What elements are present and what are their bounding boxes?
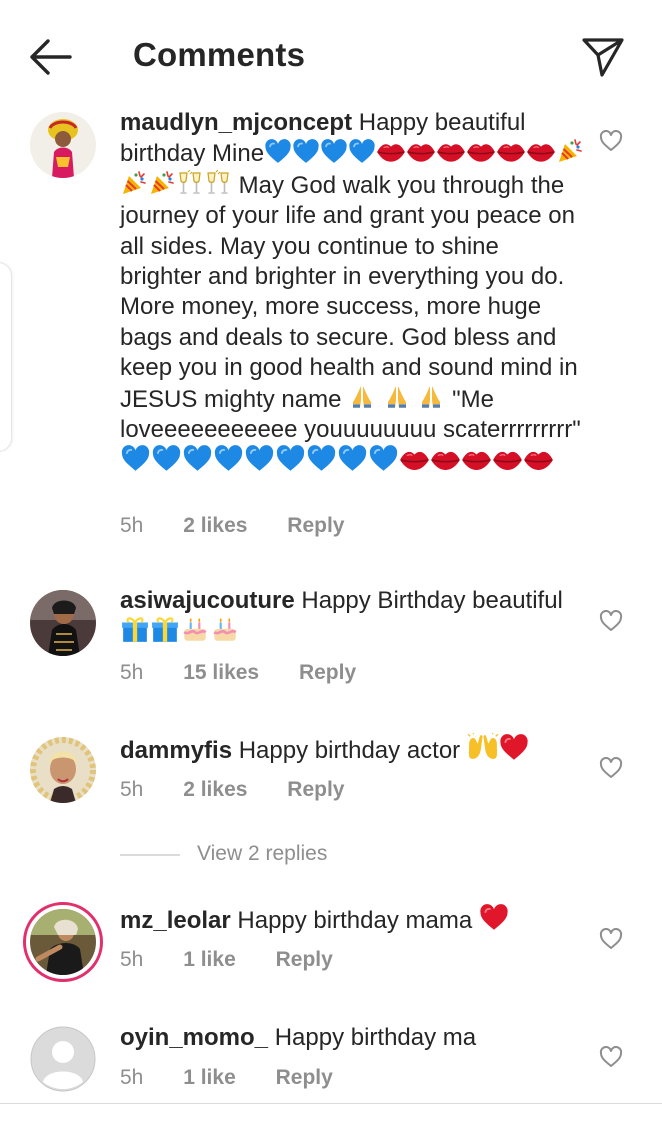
comment-username[interactable]: maudlyn_mjconcept xyxy=(120,109,352,136)
avatar-image xyxy=(30,909,96,975)
avatar-image-wrap xyxy=(30,909,96,975)
comment-likes[interactable]: 1 like xyxy=(183,1066,236,1090)
comment-username[interactable]: mz_leolar xyxy=(120,907,231,934)
top-bar: Comments xyxy=(0,0,662,112)
default-avatar-icon xyxy=(30,1026,96,1092)
comment-meta: 5h 1 like Reply xyxy=(120,948,333,972)
share-button[interactable] xyxy=(580,35,626,77)
comment-body: mz_leolar Happy birthday mama xyxy=(120,904,585,936)
comment-text: May God walk you through the journey of … xyxy=(120,171,578,413)
reply-button[interactable]: Reply xyxy=(287,514,344,538)
emoji-group xyxy=(479,907,509,934)
comment-username[interactable]: asiwajucouture xyxy=(120,587,295,614)
reply-button[interactable]: Reply xyxy=(276,1066,333,1090)
comment-time: 5h xyxy=(120,778,144,801)
comment-text: Happy birthday ma xyxy=(274,1024,477,1051)
like-heart-icon[interactable] xyxy=(599,610,623,632)
back-button[interactable] xyxy=(26,36,76,78)
like-heart-icon[interactable] xyxy=(599,1046,623,1068)
emoji-group xyxy=(120,448,554,475)
comment-likes[interactable]: 2 likes xyxy=(183,778,247,802)
like-heart-icon[interactable] xyxy=(599,757,623,779)
avatar[interactable] xyxy=(30,1026,96,1092)
arrow-left-icon xyxy=(30,39,72,75)
avatar[interactable] xyxy=(23,902,103,982)
comment-time: 5h xyxy=(120,948,144,971)
reply-button[interactable]: Reply xyxy=(287,778,344,802)
comment-body: oyin_momo_ Happy birthday ma xyxy=(120,1023,585,1053)
page-title: Comments xyxy=(133,36,306,73)
avatar[interactable] xyxy=(30,590,96,656)
side-edge-handle[interactable] xyxy=(0,262,12,452)
avatar-image xyxy=(30,737,96,803)
comment-body: asiwajucouture Happy Birthday beautiful xyxy=(120,586,585,650)
replies-divider xyxy=(120,854,180,856)
like-heart-icon[interactable] xyxy=(599,928,623,950)
bottom-divider xyxy=(0,1103,662,1104)
view-replies-label: View 2 replies xyxy=(197,842,328,865)
emoji-group xyxy=(348,386,445,413)
comment-username[interactable]: oyin_momo_ xyxy=(120,1024,268,1051)
comment-time: 5h xyxy=(120,514,144,537)
comment-text: Happy birthday mama xyxy=(237,907,473,934)
comment-body: dammyfis Happy birthday actor xyxy=(120,733,585,766)
comment-likes[interactable]: 15 likes xyxy=(183,661,259,685)
comment-text: Happy Birthday beautiful xyxy=(301,587,563,614)
comment-text: Happy birthday actor xyxy=(238,737,461,764)
comment-body: maudlyn_mjconcept Happy beautiful birthd… xyxy=(120,108,585,478)
reply-button[interactable]: Reply xyxy=(299,661,356,685)
avatar-image xyxy=(30,590,96,656)
comment-username[interactable]: dammyfis xyxy=(120,737,232,764)
avatar[interactable] xyxy=(30,737,96,803)
avatar[interactable] xyxy=(30,112,96,178)
comment-meta: 5h 2 likes Reply xyxy=(120,514,344,538)
avatar-image xyxy=(30,112,96,178)
emoji-group xyxy=(467,737,529,764)
reply-button[interactable]: Reply xyxy=(276,948,333,972)
comment-time: 5h xyxy=(120,1066,144,1089)
comment-meta: 5h 2 likes Reply xyxy=(120,778,344,802)
emoji-group xyxy=(120,620,240,647)
like-heart-icon[interactable] xyxy=(599,130,623,152)
comment-likes[interactable]: 1 like xyxy=(183,948,236,972)
comment-meta: 5h 15 likes Reply xyxy=(120,661,356,685)
comment-meta: 5h 1 like Reply xyxy=(120,1066,333,1090)
comment-time: 5h xyxy=(120,661,144,684)
paper-plane-icon xyxy=(582,38,624,77)
comment-likes[interactable]: 2 likes xyxy=(183,514,247,538)
